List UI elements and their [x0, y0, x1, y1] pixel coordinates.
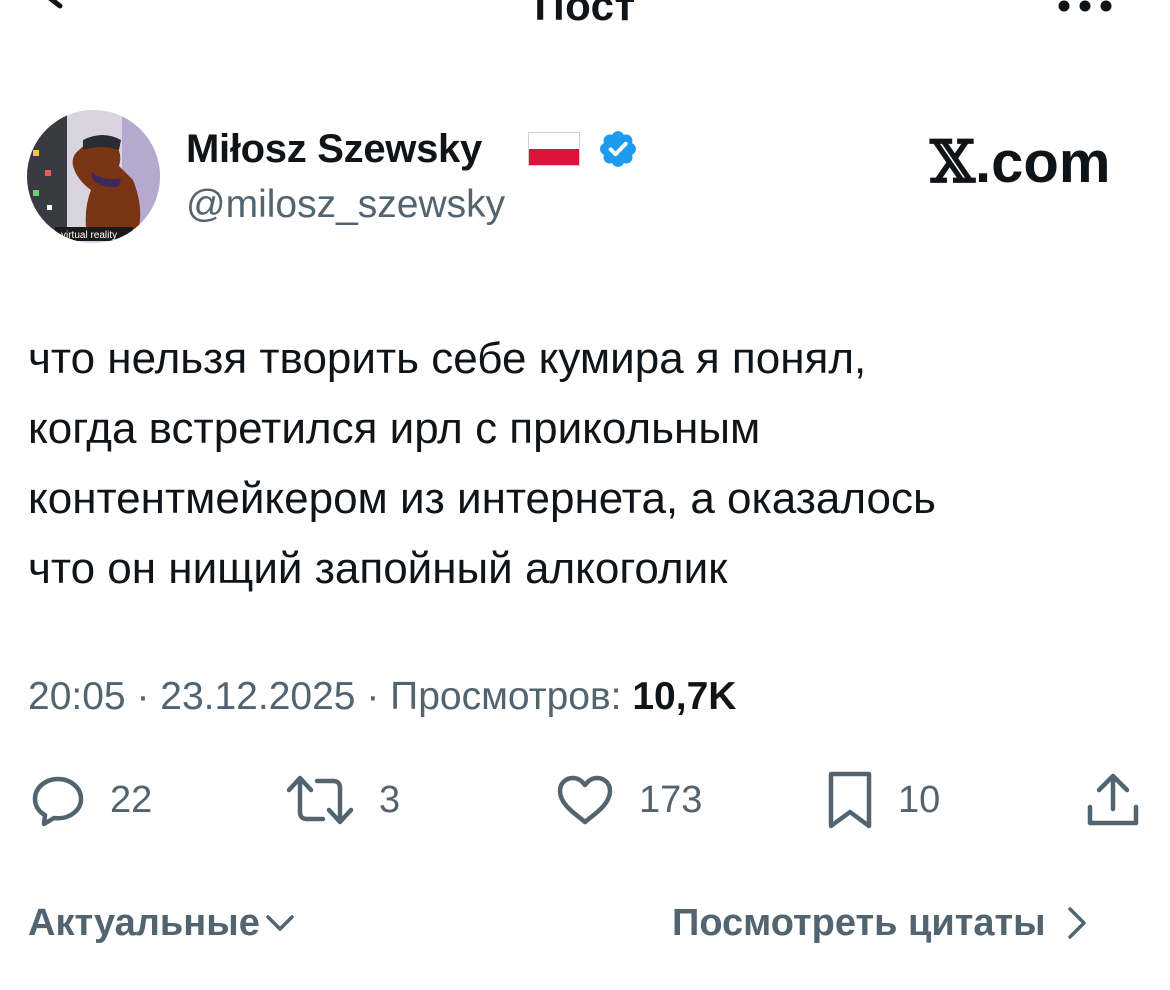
retweet-icon — [286, 775, 354, 825]
heart-icon — [557, 775, 613, 825]
tweet-time: 20:05 — [28, 675, 126, 718]
avatar-caption: virtual reality — [61, 230, 117, 241]
bookmark-count: 10 — [898, 778, 941, 821]
bookmark-icon — [828, 771, 872, 829]
share-icon — [1087, 773, 1139, 826]
reply-button[interactable]: 22 — [30, 770, 152, 830]
view-quotes-label: Посмотреть цитаты — [672, 902, 1046, 944]
x-logo-icon: 𝕏 — [930, 128, 976, 196]
share-button[interactable] — [1085, 770, 1141, 830]
sort-label: Актуальные — [28, 902, 260, 944]
poland-flag-icon — [528, 132, 580, 166]
view-quotes-link[interactable]: Посмотреть цитаты — [672, 900, 1090, 946]
chevron-down-icon — [266, 915, 294, 931]
x-com-watermark: 𝕏.com — [930, 132, 1110, 193]
bookmark-button[interactable]: 10 — [826, 770, 940, 830]
tweet-meta: 20:05 · 23.12.2025 · Просмотров: 10,7K — [28, 674, 736, 720]
meta-separator: · — [125, 675, 161, 718]
retweet-count: 3 — [379, 778, 401, 821]
tweet-text: что нельзя творить себе кумира я понял, … — [28, 334, 936, 593]
author-name[interactable]: Miłosz Szewsky — [186, 126, 482, 172]
like-count: 173 — [639, 778, 703, 821]
verified-badge-icon — [600, 131, 636, 167]
brand-suffix: .com — [975, 130, 1111, 195]
tweet-date[interactable]: 23.12.2025 — [160, 675, 355, 718]
views-label: Просмотров: — [390, 675, 633, 718]
more-options-icon[interactable] — [1056, 0, 1116, 18]
chevron-right-icon — [1067, 907, 1086, 939]
meta-separator: · — [355, 675, 391, 718]
reply-icon — [32, 776, 84, 827]
author-handle[interactable]: @milosz_szewsky — [186, 182, 505, 228]
page-title: Пост — [534, 0, 636, 29]
avatar[interactable]: virtual reality — [27, 110, 160, 243]
sort-relevant-dropdown[interactable]: Актуальные — [28, 900, 296, 946]
like-button[interactable]: 173 — [555, 770, 702, 830]
views-count: 10,7K — [632, 675, 737, 718]
retweet-button[interactable]: 3 — [285, 770, 400, 830]
avatar-image: virtual reality — [27, 110, 160, 243]
reply-count: 22 — [110, 778, 153, 821]
